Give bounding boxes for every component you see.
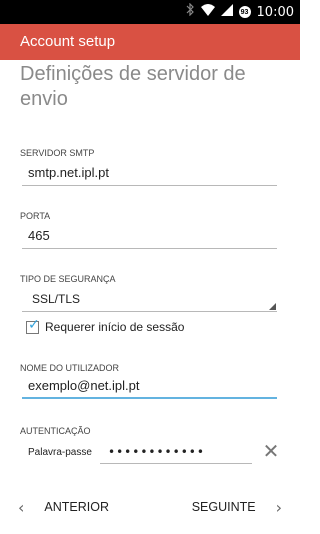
clear-password-icon[interactable]: ✕	[262, 441, 280, 461]
smtp-server-label: SERVIDOR SMTP	[20, 148, 95, 158]
bottom-nav-bar: ‹ ANTERIOR SEGUINTE ›	[0, 490, 300, 524]
password-label: Palavra-passe	[28, 447, 92, 458]
require-login-checkbox[interactable]: ✓	[26, 317, 40, 334]
check-icon: ✓	[28, 316, 40, 333]
previous-button[interactable]: ‹ ANTERIOR	[18, 490, 109, 524]
smtp-server-input[interactable]: smtp.net.ipl.pt	[22, 164, 277, 186]
security-type-label: TIPO DE SEGURANÇA	[20, 274, 116, 284]
wifi-icon	[200, 3, 215, 21]
username-input[interactable]: exemplo@net.ipl.pt	[22, 377, 277, 399]
security-type-value: SSL/TLS	[32, 292, 81, 306]
next-button[interactable]: SEGUINTE ›	[192, 490, 282, 524]
require-login-row[interactable]: ✓ Requerer início de sessão	[26, 317, 185, 336]
bluetooth-icon	[186, 2, 195, 21]
chevron-right-icon: ›	[275, 497, 282, 517]
chevron-left-icon: ‹	[18, 497, 25, 517]
app-title: Account setup	[20, 33, 116, 50]
password-input[interactable]: ••••••••••••	[100, 442, 252, 464]
security-type-select[interactable]: SSL/TLS	[22, 290, 277, 312]
page-title: Definições de servidor de envio	[20, 63, 246, 110]
port-label: PORTA	[20, 211, 51, 221]
username-label: NOME DO UTILIZADOR	[20, 363, 120, 373]
authentication-label: AUTENTICAÇÃO	[20, 426, 91, 436]
dropdown-arrow-icon	[269, 303, 276, 310]
previous-label: ANTERIOR	[44, 500, 109, 514]
status-bar: 93 10:00	[0, 0, 300, 24]
next-label: SEGUINTE	[191, 500, 256, 514]
require-login-label: Requerer início de sessão	[45, 320, 185, 334]
status-time: 10:00	[256, 4, 294, 20]
status-icons: 93 10:00	[186, 0, 294, 24]
signal-icon	[220, 3, 233, 21]
port-input[interactable]: 465	[22, 227, 277, 249]
app-bar: Account setup	[0, 24, 300, 60]
battery-icon: 93	[238, 6, 251, 18]
